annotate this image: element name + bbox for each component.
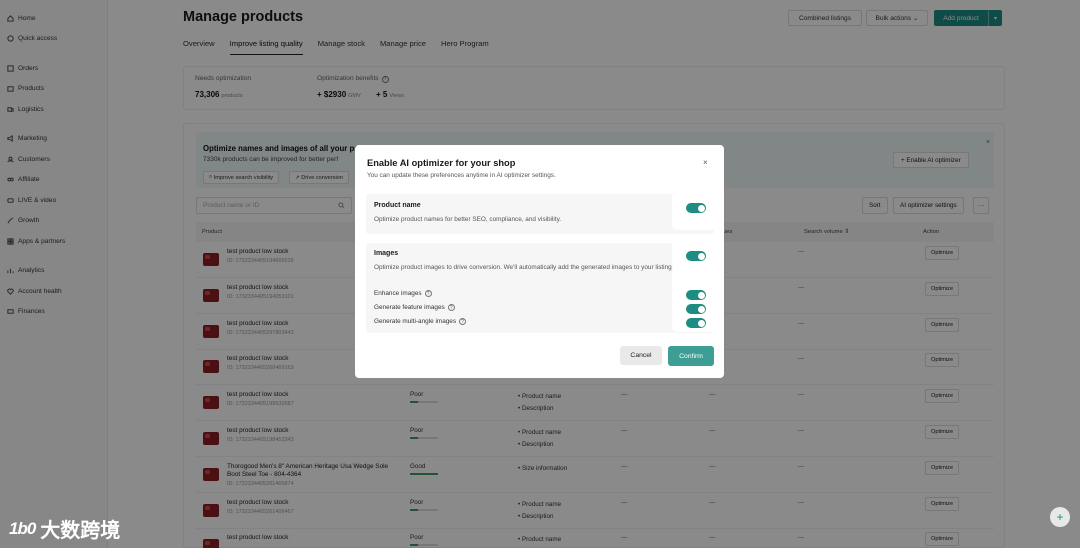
watermark-logo: 1b0 — [9, 518, 36, 538]
images-title: Images — [374, 250, 399, 257]
product-name-toggle-highlight — [673, 189, 716, 229]
product-name-toggle[interactable] — [686, 203, 706, 213]
plus-icon: + — [1056, 510, 1064, 524]
product-name-description: Optimize product names for better SEO, c… — [374, 216, 562, 223]
help-chat-button[interactable]: + — [1050, 507, 1070, 527]
cancel-button[interactable]: Cancel — [620, 346, 662, 365]
images-description: Optimize product images to drive convers… — [374, 264, 677, 271]
watermark-text: 大数跨境 — [40, 520, 121, 542]
help-icon[interactable]: ? — [424, 290, 432, 297]
dialog-subtitle: You can update these preferences anytime… — [367, 172, 556, 179]
feature-images-toggle[interactable] — [686, 304, 706, 314]
enhance-images-toggle[interactable] — [686, 290, 706, 300]
images-section: Images Optimize product images to drive … — [366, 243, 714, 333]
confirm-button[interactable]: Confirm — [668, 346, 714, 366]
images-toggles-highlight — [673, 239, 716, 331]
enhance-images-option: Enhance images? — [374, 290, 432, 297]
multi-angle-images-toggle[interactable] — [686, 318, 706, 328]
close-icon[interactable]: × — [703, 158, 708, 167]
dialog-title: Enable AI optimizer for your shop — [367, 158, 516, 168]
multi-angle-images-option: Generate multi-angle images? — [374, 318, 467, 325]
feature-images-option: Generate feature images? — [374, 304, 455, 311]
product-name-section: Product name Optimize product names for … — [366, 194, 714, 234]
watermark: 1b0 大数跨境 — [9, 514, 120, 543]
images-toggle[interactable] — [686, 251, 706, 261]
help-icon[interactable]: ? — [447, 304, 455, 311]
product-name-title: Product name — [374, 202, 421, 209]
help-icon[interactable]: ? — [459, 318, 467, 325]
